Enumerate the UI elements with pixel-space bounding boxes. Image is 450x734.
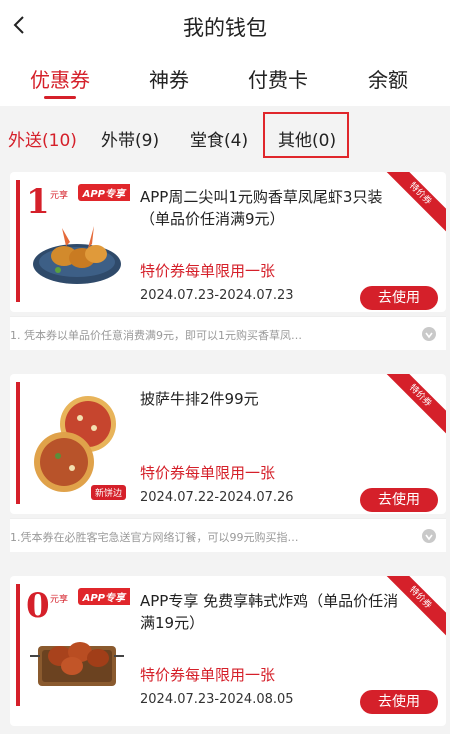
page-title: 我的钱包 bbox=[183, 16, 267, 40]
fried-chicken-image bbox=[30, 642, 124, 686]
coupon-thumbnail: 0 元享 APP专享 bbox=[16, 584, 130, 706]
highlight-box bbox=[263, 112, 349, 158]
coupon-thumbnail: 新饼边 bbox=[16, 382, 130, 504]
header-bar: 我的钱包 bbox=[0, 0, 450, 50]
special-coupon-ribbon: 特价券 bbox=[382, 374, 446, 438]
coupon-title: 披萨牛排2件99元 bbox=[140, 390, 259, 408]
coupon-limit: 特价券每单限用一张 bbox=[140, 464, 276, 482]
coupon-title: APP周二尖叫1元购香草凤尾虾3只装（单品价任消满9元） bbox=[140, 188, 383, 228]
tab-coupons[interactable]: 优惠券 bbox=[30, 64, 90, 93]
coupon-limit: 特价券每单限用一张 bbox=[140, 666, 276, 684]
ribbon-label: 特价券 bbox=[382, 172, 446, 234]
special-coupon-ribbon: 特价券 bbox=[382, 576, 446, 640]
coupon-thumbnail: 1 元享 APP专享 bbox=[16, 180, 130, 302]
active-tab-indicator bbox=[44, 96, 76, 99]
chevron-down-icon[interactable] bbox=[422, 327, 436, 341]
tab-god-coupons[interactable]: 神券 bbox=[149, 64, 189, 93]
coupon-date: 2024.07.22-2024.07.26 bbox=[140, 490, 294, 505]
coupon-subtabs: 外送(10) 外带(9) 堂食(4) 其他(0) bbox=[0, 106, 450, 162]
pizza-image bbox=[34, 396, 116, 492]
tab-balance[interactable]: 余额 bbox=[368, 64, 408, 93]
use-button[interactable]: 去使用 bbox=[360, 488, 438, 512]
price-value: 0 bbox=[26, 586, 50, 626]
coupon-date: 2024.07.23-2024.08.05 bbox=[140, 692, 294, 707]
note-text: 1. 凭本券以单品价任意消费满9元，即可以1元购买香草凤… bbox=[10, 329, 302, 342]
use-button[interactable]: 去使用 bbox=[360, 286, 438, 310]
app-exclusive-badge: APP专享 bbox=[77, 184, 130, 201]
new-crust-badge: 新饼边 bbox=[90, 485, 126, 500]
coupon-title: APP专享 免费享韩式炸鸡（单品价任消满19元） bbox=[140, 592, 399, 632]
special-coupon-ribbon: 特价券 bbox=[382, 172, 446, 236]
ribbon-label: 特价券 bbox=[382, 576, 446, 638]
tab-paid-card[interactable]: 付费卡 bbox=[248, 64, 308, 93]
app-exclusive-badge: APP专享 bbox=[77, 588, 130, 605]
subtab-takeaway[interactable]: 外带(9) bbox=[101, 126, 159, 151]
price-unit: 元享 bbox=[50, 595, 69, 605]
note-text: 1.凭本券在必胜客宅急送官方网络订餐，可以99元购买指… bbox=[10, 531, 299, 544]
price-unit: 元享 bbox=[50, 191, 69, 201]
wallet-tabs: 优惠券 神券 付费卡 余额 bbox=[0, 50, 450, 106]
coupon-date: 2024.07.23-2024.07.23 bbox=[140, 288, 294, 303]
coupon-card: 新饼边 披萨牛排2件99元 特价券每单限用一张 2024.07.22-2024.… bbox=[10, 374, 446, 514]
subtab-delivery[interactable]: 外送(10) bbox=[8, 126, 77, 151]
coupon-note[interactable]: 1. 凭本券以单品价任意消费满9元，即可以1元购买香草凤… bbox=[10, 316, 446, 350]
coupon-note[interactable]: 1.凭本券在必胜客宅急送官方网络订餐，可以99元购买指… bbox=[10, 518, 446, 552]
coupon-card: 1 元享 APP专享 APP周二尖叫1元购香草凤尾虾3只装（单品价任消满9元） … bbox=[10, 172, 446, 312]
chevron-down-icon[interactable] bbox=[422, 529, 436, 543]
coupon-limit: 特价券每单限用一张 bbox=[140, 262, 276, 280]
price-value: 1 bbox=[26, 182, 50, 222]
use-button[interactable]: 去使用 bbox=[360, 690, 438, 714]
ribbon-label: 特价券 bbox=[382, 374, 446, 436]
fried-shrimp-image bbox=[33, 226, 121, 284]
subtab-dine-in[interactable]: 堂食(4) bbox=[190, 126, 248, 151]
coupon-card: 0 元享 APP专享 APP专享 免费享韩式炸鸡（单品价任消满19元） 特价券每… bbox=[10, 576, 446, 726]
